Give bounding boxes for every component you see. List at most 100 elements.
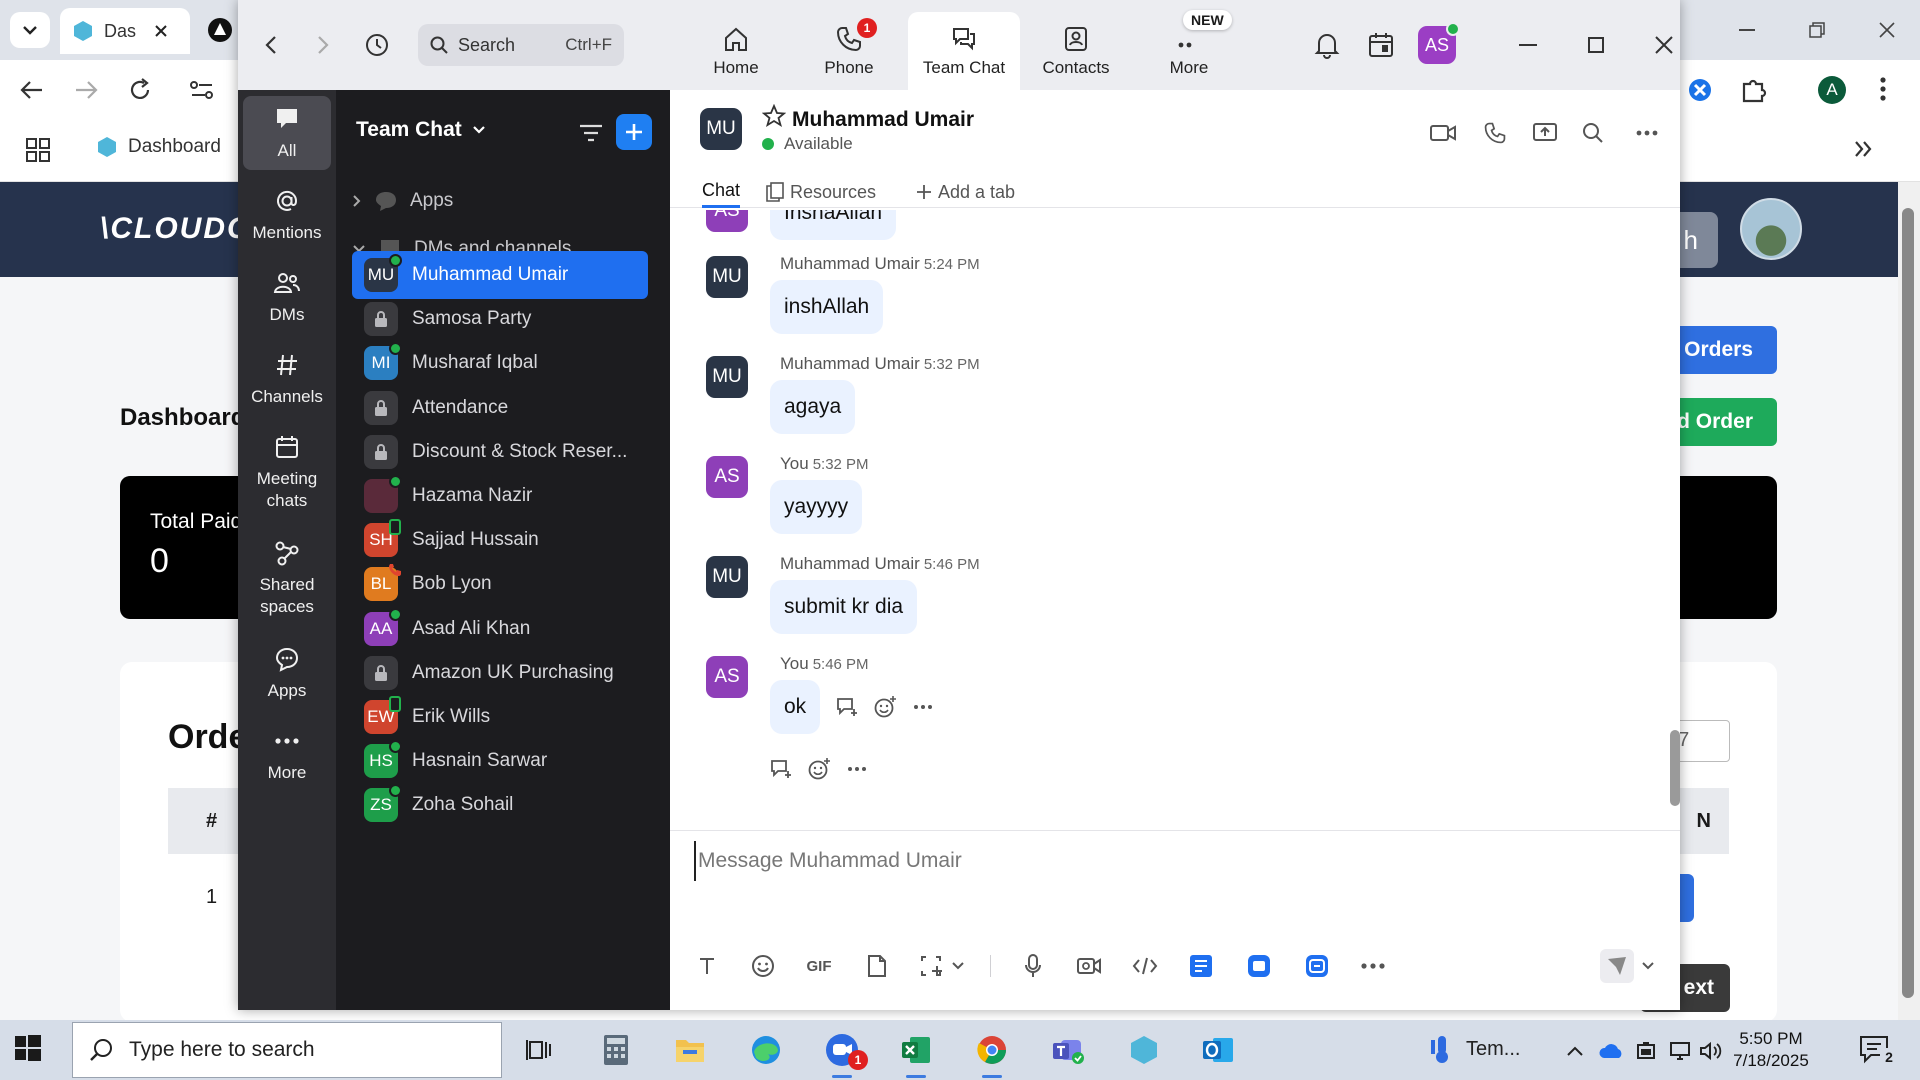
attach-file-button[interactable] [860,949,894,983]
browser-tab-2-favicon[interactable] [208,18,232,42]
minimize-icon[interactable] [1712,14,1782,46]
sidebar-item[interactable]: Amazon UK Purchasing [352,649,648,697]
app-whiteboard-button[interactable] [1242,949,1276,983]
site-user-avatar[interactable] [1740,198,1802,260]
tab-team-chat[interactable]: Team Chat [908,12,1020,90]
reply-thread-button[interactable] [834,694,860,720]
rail-more[interactable]: More [243,718,331,792]
bookmark-dashboard[interactable]: Dashboard [96,136,221,158]
network-tray[interactable] [1666,1036,1696,1066]
contact-name[interactable]: Muhammad Umair [792,108,974,132]
app-meeting-button[interactable] [1300,949,1334,983]
code-snippet-button[interactable] [1128,949,1162,983]
share-screen-button[interactable] [1530,118,1560,148]
tab-home[interactable]: Home [680,12,792,90]
chat-scrollbar-thumb[interactable] [1670,730,1680,806]
zoom-close-button[interactable] [1644,28,1680,62]
tab-more[interactable]: NEW More [1133,10,1245,90]
format-text-button[interactable] [690,949,724,983]
message-bubble[interactable]: inshAllah [770,280,884,334]
rail-mentions[interactable]: Mentions [243,178,331,252]
rail-dms[interactable]: DMs [243,260,331,334]
new-chat-button[interactable] [616,114,652,150]
zoom-maximize-button[interactable] [1576,28,1616,62]
tab-chat[interactable]: Chat [702,176,741,208]
bookmarks-overflow-icon[interactable] [1854,140,1872,158]
onedrive-tray[interactable] [1596,1036,1626,1066]
row-action-button[interactable] [1680,874,1694,922]
search-chat-button[interactable] [1578,118,1608,148]
sidebar-item[interactable]: Samosa Party [352,295,648,343]
chat-scrollbar[interactable] [1670,214,1680,826]
zoom-search-box[interactable]: Search Ctrl+F [418,24,624,66]
kebab-menu-icon[interactable] [1880,76,1886,102]
outlook-app[interactable] [1196,1028,1240,1072]
sidebar-item[interactable]: EW Erik Wills [352,693,648,741]
message-bubble[interactable]: agaya [770,380,856,434]
message-avatar[interactable]: MU [706,556,748,598]
audio-call-button[interactable] [1480,118,1510,148]
tab-search-button[interactable] [10,12,50,48]
teams-app[interactable] [1046,1028,1090,1072]
group-apps[interactable]: Apps [352,190,453,212]
add-reaction-button[interactable] [872,694,898,720]
calculator-app[interactable] [594,1028,638,1072]
more-options-button[interactable] [1632,118,1662,148]
tab-resources[interactable]: Resources [766,176,876,208]
sidebar-item[interactable]: Attendance [352,384,648,432]
restore-icon[interactable] [1782,14,1852,46]
site-settings-icon[interactable] [188,78,216,102]
message-bubble[interactable]: submit kr dia [770,580,918,634]
taskbar-search[interactable]: Type here to search [72,1022,502,1078]
contact-avatar[interactable]: MU [700,108,742,150]
app-docs-button[interactable] [1184,949,1218,983]
page-scrollbar[interactable] [1898,182,1920,1020]
volume-tray[interactable] [1696,1036,1726,1066]
voice-message-button[interactable] [1016,949,1050,983]
message-bubble[interactable]: ok [770,680,821,734]
chrome-app[interactable] [970,1028,1014,1078]
puzzle-icon[interactable] [1740,76,1768,104]
sidebar-item[interactable]: MU Muhammad Umair [352,251,648,299]
video-call-button[interactable] [1428,118,1458,148]
add-tab-button[interactable]: Add a tab [916,176,1015,208]
message-list[interactable]: AS InshaAllah MU Muhammad Umair 5:24 PM inshA… [670,210,1670,830]
sidebar-item[interactable]: ZS Zoha Sohail [352,781,648,829]
message-avatar[interactable]: MU [706,256,748,298]
screenshot-button[interactable] [914,949,948,983]
zoom-back-button[interactable] [256,30,286,60]
more-message-options-button[interactable] [910,694,936,720]
edge-browser-app[interactable] [744,1028,788,1072]
reload-icon[interactable] [128,78,152,102]
show-hidden-icons-button[interactable] [1560,1036,1590,1066]
rail-apps[interactable]: Apps [243,636,331,710]
app-diamond[interactable] [1122,1028,1166,1072]
user-avatar[interactable]: AS [1418,22,1460,64]
sidebar-item[interactable]: MI Musharaf Iqbal [352,339,648,387]
screenshot-options-button[interactable] [948,949,968,983]
close-icon[interactable] [1852,14,1920,46]
video-message-button[interactable] [1072,949,1106,983]
more-message-options-button[interactable] [844,756,870,782]
task-view-button[interactable] [518,1028,562,1072]
notifications-button[interactable] [1310,28,1344,62]
zoom-minimize-button[interactable] [1508,28,1548,62]
rail-all[interactable]: All [243,96,331,170]
more-composer-options-button[interactable] [1356,949,1390,983]
emoji-button[interactable] [746,949,780,983]
sidebar-item[interactable]: HS Hasnain Sarwar [352,737,648,785]
rail-shared-spaces[interactable]: Shared spaces [243,530,331,626]
message-avatar[interactable]: AS [706,456,748,498]
rail-channels[interactable]: Channels [243,342,331,416]
browser-tab-dashboard[interactable]: Das [60,8,190,54]
message-input[interactable] [694,841,1634,881]
sidebar-item[interactable]: BL Bob Lyon [352,560,648,608]
calendar-button[interactable] [1364,28,1398,62]
add-reaction-button[interactable] [806,756,832,782]
filter-button[interactable] [576,118,606,148]
send-button[interactable] [1600,949,1634,983]
tab-contacts[interactable]: Contacts [1020,12,1132,90]
message-avatar[interactable]: AS [706,656,748,698]
apps-grid-icon[interactable] [26,138,50,162]
reply-thread-button[interactable] [768,756,794,782]
